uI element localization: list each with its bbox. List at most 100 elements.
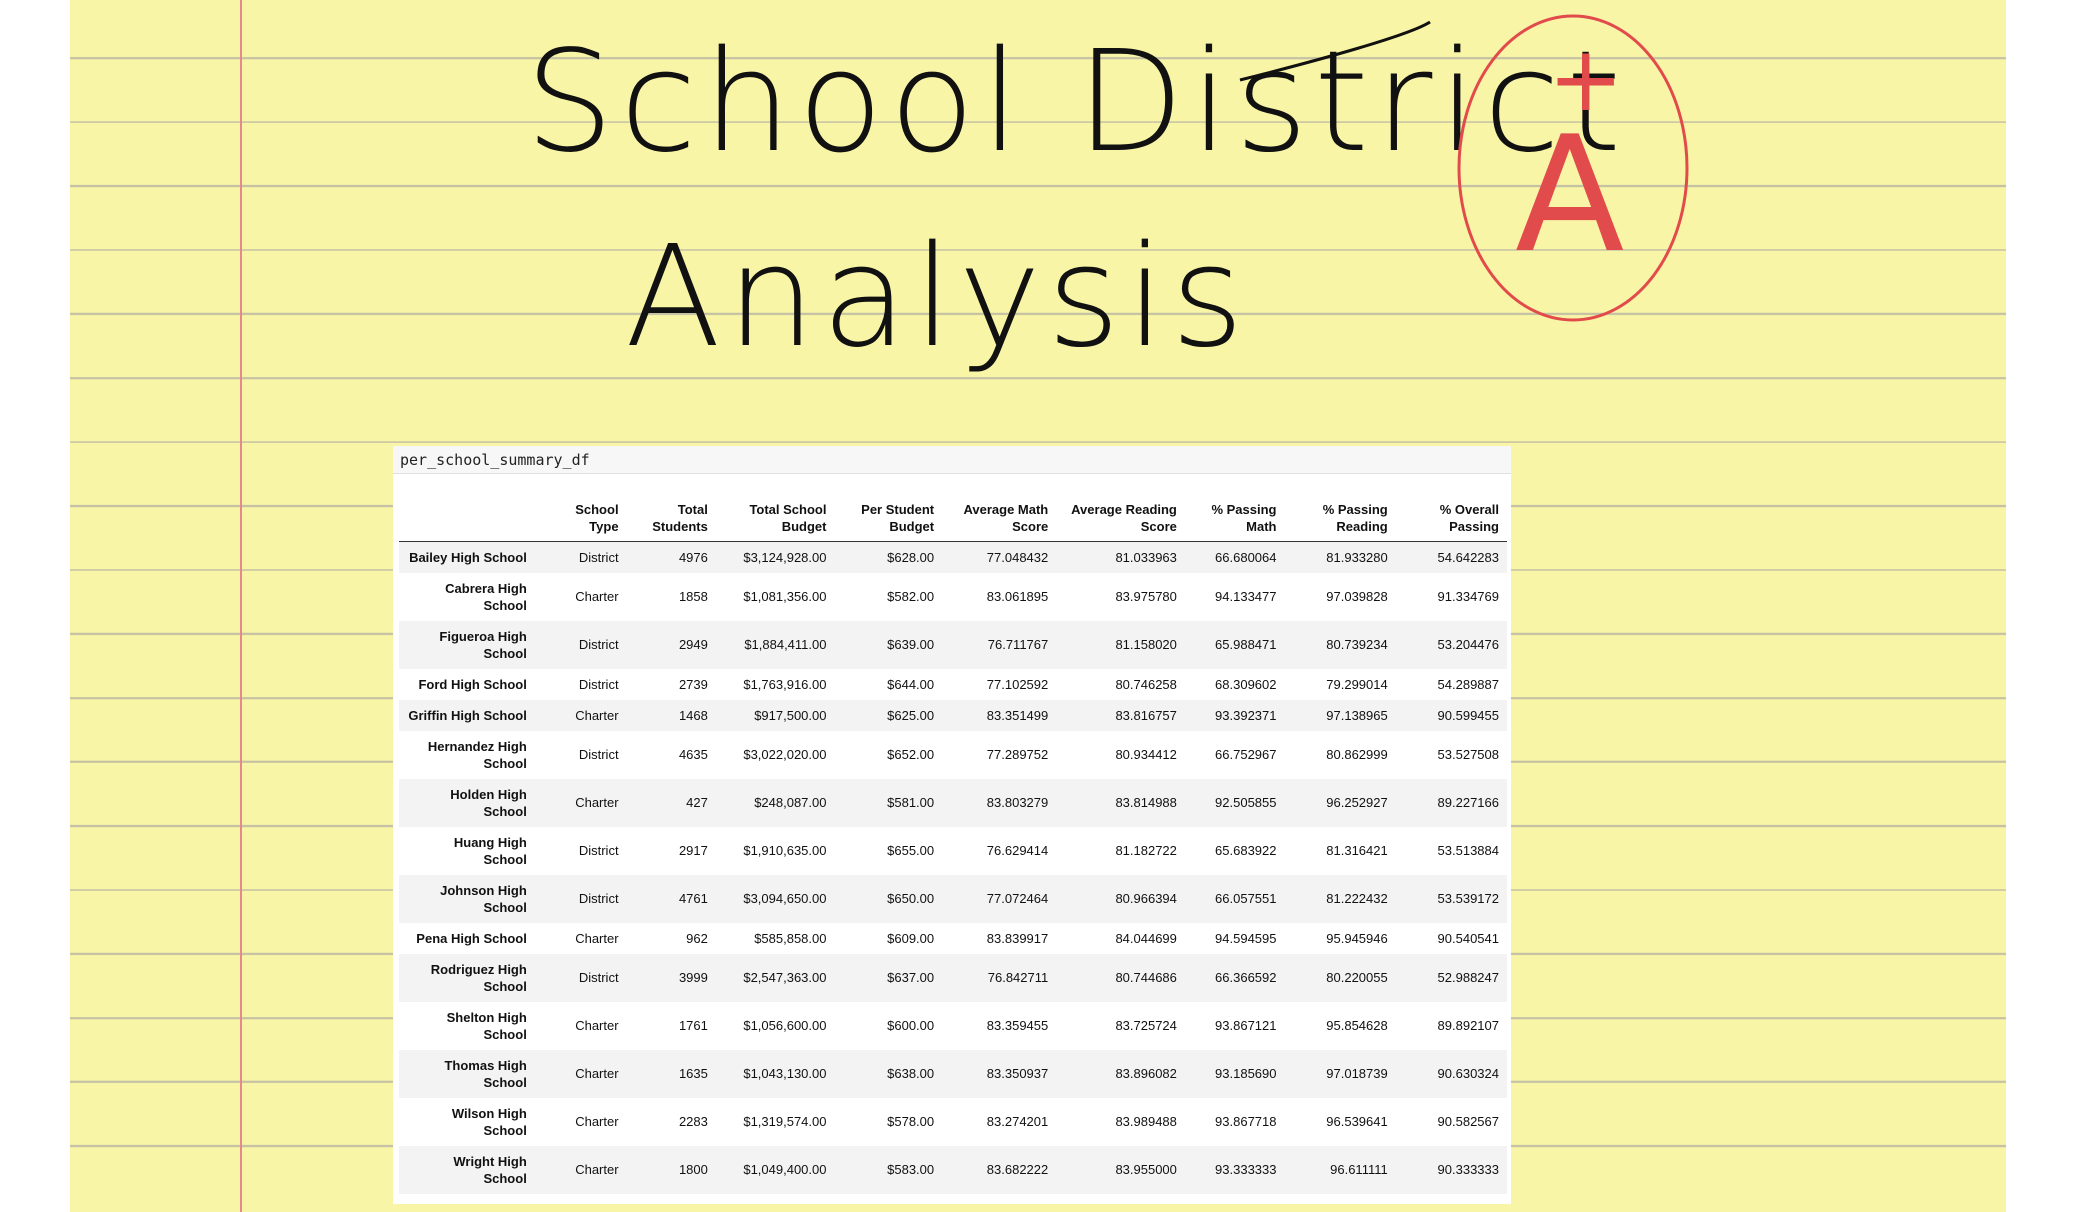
- table-cell: 80.739234: [1326, 637, 1388, 652]
- table-cell: District: [578, 970, 619, 985]
- table-cell: Charter: [575, 589, 619, 604]
- grade-circle: [1457, 14, 1689, 322]
- table-cell: 81.222432: [1326, 891, 1388, 906]
- table-row: Ford High School District 2739 $1,763,916.0…: [399, 669, 1507, 700]
- row-index-school: Holden High School: [450, 786, 527, 819]
- table-cell: Charter: [575, 930, 619, 946]
- table-cell: District: [578, 891, 619, 906]
- table-cell: 83.975780: [1115, 589, 1177, 604]
- table-row: Cabrera High School Charter 1858 $1,081,356…: [399, 573, 1507, 621]
- table-cell: $628.00: [887, 549, 935, 565]
- per-school-summary-table: School Type Total Students Total School Bu…: [399, 501, 1507, 1194]
- cell-variable-label: per_school_summary_df: [393, 446, 1511, 474]
- table-cell: $637.00: [887, 970, 935, 985]
- table-row: Bailey High School District 4976 $3,124,928…: [399, 541, 1507, 573]
- table-cell: 66.057551: [1215, 891, 1277, 906]
- table-cell: 89.227166: [1437, 795, 1499, 810]
- handwritten-heading: School District Analysis A +: [525, 14, 1689, 379]
- table-cell: $625.00: [887, 707, 935, 723]
- table-cell: 96.252927: [1326, 795, 1388, 810]
- table-row: Thomas High School Charter 1635 $1,043,130.…: [399, 1049, 1507, 1098]
- table-cell: $644.00: [887, 676, 935, 692]
- table-cell: District: [578, 747, 619, 762]
- column-header: Total Students: [626, 501, 716, 542]
- row-index-school: Pena High School: [416, 930, 527, 946]
- heading-line-2: Analysis: [625, 216, 1250, 379]
- table-cell: Charter: [575, 1162, 619, 1177]
- table-row: Shelton High School Charter 1761 $1,056,600…: [399, 1002, 1507, 1050]
- table-cell: 80.746258: [1115, 676, 1177, 692]
- table-cell: 2949: [678, 637, 708, 652]
- table-row: Pena High School Charter 962 $585,858.00 $60…: [399, 923, 1507, 954]
- table-cell: $585,858.00: [754, 930, 827, 946]
- table-cell: $3,022,020.00: [743, 747, 827, 762]
- row-index-school: Thomas High School: [444, 1057, 527, 1090]
- table-row: Huang High School District 2917 $1,910,635.…: [399, 827, 1507, 875]
- table-cell: 76.842711: [987, 970, 1049, 985]
- margin-line: [240, 0, 242, 1212]
- table-cell: $583.00: [887, 1162, 935, 1177]
- table-cell: 4635: [678, 747, 708, 762]
- table-cell: $600.00: [887, 1018, 935, 1033]
- table-cell: 93.867718: [1215, 1114, 1277, 1129]
- table-cell: 89.892107: [1437, 1018, 1499, 1033]
- table-cell: 2283: [678, 1114, 708, 1129]
- table-cell: Charter: [575, 1066, 619, 1081]
- table-cell: 81.316421: [1326, 843, 1388, 858]
- table-cell: $638.00: [887, 1066, 935, 1081]
- table-cell: 1761: [678, 1018, 708, 1033]
- table-cell: 83.725724: [1115, 1018, 1177, 1033]
- column-header: % Passing Math: [1184, 501, 1285, 542]
- table-cell: $1,910,635.00: [743, 843, 827, 858]
- dataframe-output: per_school_summary_df School Type Total S…: [393, 446, 1511, 1204]
- row-index-school: Rodriguez High School: [430, 961, 527, 994]
- row-index-school: Figueroa High School: [439, 628, 527, 661]
- row-index-school: Wright High School: [453, 1153, 527, 1186]
- table-cell: 66.752967: [1215, 747, 1277, 762]
- table-cell: 83.350937: [986, 1066, 1049, 1081]
- table-cell: 65.683922: [1215, 843, 1277, 858]
- table-cell: 83.814988: [1115, 795, 1177, 810]
- heading-line-1: School District: [525, 21, 1627, 184]
- table-cell: $1,056,600.00: [743, 1018, 827, 1033]
- table-cell: 96.611111: [1330, 1162, 1388, 1177]
- table-cell: 90.582567: [1437, 1114, 1499, 1129]
- table-cell: 97.018739: [1326, 1066, 1388, 1081]
- table-cell: 80.966394: [1115, 891, 1177, 906]
- table-cell: Charter: [575, 707, 619, 723]
- table-row: Johnson High School District 4761 $3,094,65…: [399, 874, 1507, 923]
- table-cell: District: [578, 843, 619, 858]
- row-index-school: Griffin High School: [408, 707, 527, 723]
- table-cell: 427: [686, 795, 708, 810]
- table-cell: 93.185690: [1215, 1066, 1277, 1081]
- table-cell: 81.033963: [1115, 549, 1177, 565]
- table-cell: $1,049,400.00: [743, 1162, 827, 1177]
- row-index-school: Ford High School: [418, 676, 527, 692]
- column-header: Average Reading Score: [1056, 501, 1185, 542]
- table-row: Holden High School Charter 427 $248,087.00 $…: [399, 778, 1507, 827]
- row-index-school: Wilson High School: [451, 1105, 527, 1138]
- table-cell: $1,043,130.00: [743, 1066, 827, 1081]
- header-row: School Type Total Students Total School Bu…: [399, 501, 1507, 542]
- row-index-school: Huang High School: [453, 834, 527, 867]
- table-cell: 81.933280: [1326, 549, 1388, 565]
- row-index-school: Shelton High School: [446, 1009, 527, 1042]
- table-cell: 53.539172: [1437, 891, 1499, 906]
- table-cell: $578.00: [887, 1114, 935, 1129]
- table-cell: District: [578, 676, 619, 692]
- table-cell: $639.00: [887, 637, 935, 652]
- table-cell: $3,094,650.00: [743, 891, 827, 906]
- table-cell: 90.599455: [1437, 707, 1499, 723]
- table-cell: 81.158020: [1115, 637, 1177, 652]
- table-cell: 2739: [678, 676, 708, 692]
- table-cell: 53.513884: [1437, 843, 1499, 858]
- table-cell: $1,319,574.00: [743, 1114, 827, 1129]
- table-cell: 97.039828: [1326, 589, 1388, 604]
- table-cell: 1468: [678, 707, 708, 723]
- table-cell: 83.351499: [986, 707, 1049, 723]
- table-cell: $1,884,411.00: [744, 637, 827, 652]
- table-cell: 1858: [678, 589, 708, 604]
- table-cell: District: [578, 549, 619, 565]
- table-cell: Charter: [575, 1018, 619, 1033]
- table-row: Rodriguez High School District 3999 $2,547,…: [399, 953, 1507, 1002]
